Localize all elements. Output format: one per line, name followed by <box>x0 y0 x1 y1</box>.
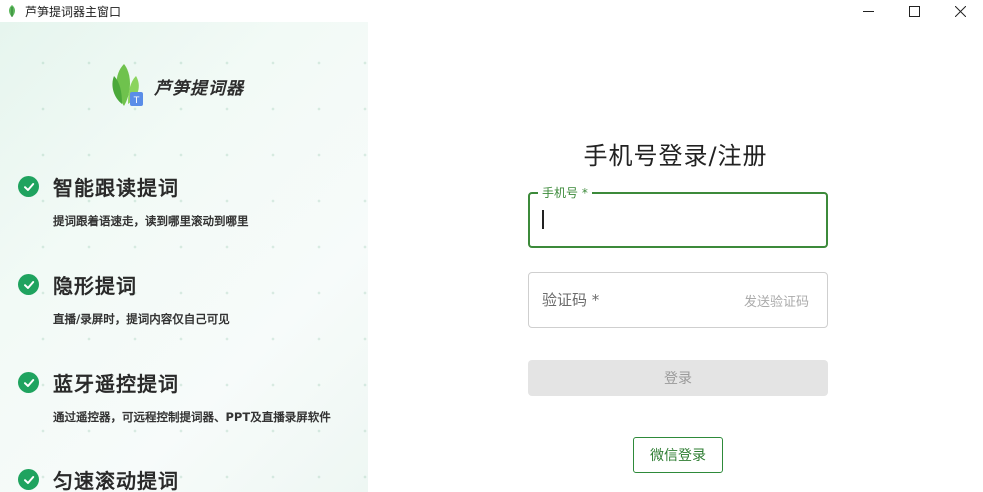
feature-item: 隐形提词 直播/录屏时，提词内容仅自己可见 <box>18 270 230 327</box>
window-title: 芦笋提词器主窗口 <box>25 4 122 19</box>
feature-title: 蓝牙遥控提词 <box>53 372 179 396</box>
window-controls <box>845 0 983 22</box>
feature-item: 智能跟读提词 提词跟着语速走，读到哪里滚动到哪里 <box>18 172 249 229</box>
feature-description: 通过遥控器，可远程控制提词器、PPT及直播录屏软件 <box>53 410 331 424</box>
feature-title: 隐形提词 <box>53 274 137 298</box>
wechat-login-button[interactable]: 微信登录 <box>633 437 723 473</box>
verification-code-input[interactable]: 验证码 * 发送验证码 <box>528 272 828 328</box>
logo-badge: T <box>133 96 140 106</box>
feature-title: 智能跟读提词 <box>53 176 179 200</box>
close-button[interactable] <box>937 0 983 22</box>
login-button[interactable]: 登录 <box>528 360 828 396</box>
feature-panel: T 芦笋提词器 智能跟读提词 提词跟着语速走，读到哪里滚动到哪里 隐形提词 直播… <box>0 22 368 492</box>
brand: T 芦笋提词器 <box>110 62 244 110</box>
close-icon <box>954 5 966 17</box>
send-code-button[interactable]: 发送验证码 <box>744 291 809 310</box>
minimize-button[interactable] <box>845 0 891 22</box>
check-circle-icon <box>18 176 39 197</box>
minimize-icon <box>862 10 874 12</box>
maximize-icon <box>908 5 920 17</box>
check-circle-icon <box>18 372 39 393</box>
check-circle-icon <box>18 469 39 490</box>
feature-item: 匀速滚动提词 <box>18 465 179 492</box>
phone-number-input[interactable]: 手机号 * <box>528 184 828 248</box>
feature-description: 直播/录屏时，提词内容仅自己可见 <box>53 312 230 326</box>
phone-field-label: 手机号 * <box>538 184 592 201</box>
title-bar: 芦笋提词器主窗口 <box>0 0 983 22</box>
feature-item: 蓝牙遥控提词 通过遥控器，可远程控制提词器、PPT及直播录屏软件 <box>18 368 331 425</box>
code-field-placeholder: 验证码 * <box>542 291 600 309</box>
feature-title: 匀速滚动提词 <box>53 469 179 492</box>
login-heading: 手机号登录/注册 <box>583 142 768 170</box>
app-leaf-icon <box>9 5 15 17</box>
maximize-button[interactable] <box>891 0 937 22</box>
login-panel: 手机号登录/注册 手机号 * 验证码 * 发送验证码 登录 微信登录 <box>368 22 983 492</box>
text-caret <box>542 210 544 229</box>
check-circle-icon <box>18 274 39 295</box>
asparagus-logo-icon: T <box>112 64 143 106</box>
brand-name: 芦笋提词器 <box>154 78 244 99</box>
feature-description: 提词跟着语速走，读到哪里滚动到哪里 <box>53 214 249 228</box>
